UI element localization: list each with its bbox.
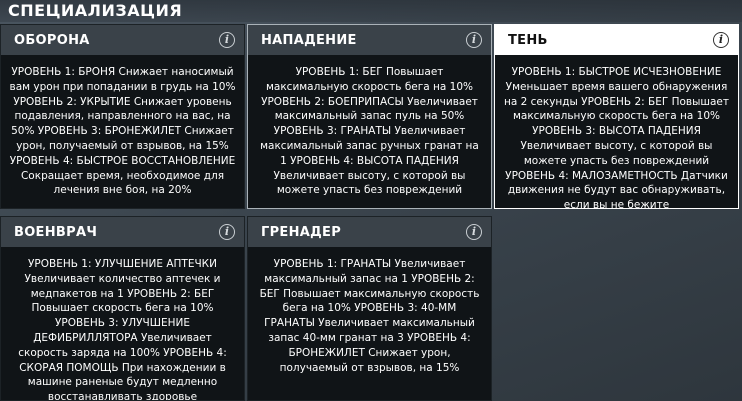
info-icon[interactable]: i xyxy=(219,32,235,48)
spec-card-header: НАПАДЕНИЕ i xyxy=(248,25,491,55)
spec-card-assault[interactable]: НАПАДЕНИЕ i УРОВЕНЬ 1: БЕГ Повышает макс… xyxy=(247,24,492,209)
page-title: СПЕЦИАЛИЗАЦИЯ xyxy=(8,1,183,20)
info-icon[interactable]: i xyxy=(466,32,482,48)
spec-card-description: УРОВЕНЬ 1: БЕГ Повышает максимальную ско… xyxy=(260,66,479,197)
spec-card-header: ОБОРОНА i xyxy=(1,25,244,55)
page-header: СПЕЦИАЛИЗАЦИЯ xyxy=(0,0,742,22)
spec-card-title: ТЕНЬ xyxy=(508,33,548,48)
spec-card-header: ГРЕНАДЕР i xyxy=(248,217,491,247)
spec-card-medic[interactable]: ВОЕНВРАЧ i УРОВЕНЬ 1: УЛУЧШЕНИЕ АПТЕЧКИ … xyxy=(0,216,245,401)
spec-card-title: ВОЕНВРАЧ xyxy=(14,225,98,240)
spec-card-grenadier[interactable]: ГРЕНАДЕР i УРОВЕНЬ 1: ГРАНАТЫ Увеличивае… xyxy=(247,216,492,401)
info-icon[interactable]: i xyxy=(713,32,729,48)
spec-card-description: УРОВЕНЬ 1: БЫСТРОЕ ИСЧЕЗНОВЕНИЕ Уменьшае… xyxy=(503,66,730,209)
spec-card-description: УРОВЕНЬ 1: ГРАНАТЫ Увеличивает максималь… xyxy=(259,258,480,374)
spec-card-header: ВОЕНВРАЧ i xyxy=(1,217,244,247)
info-icon[interactable]: i xyxy=(466,224,482,240)
spec-card-title: НАПАДЕНИЕ xyxy=(261,33,357,48)
info-icon[interactable]: i xyxy=(219,224,235,240)
spec-card-shadow[interactable]: ТЕНЬ i УРОВЕНЬ 1: БЫСТРОЕ ИСЧЕЗНОВЕНИЕ У… xyxy=(494,24,739,209)
spec-card-defense[interactable]: ОБОРОНА i УРОВЕНЬ 1: БРОНЯ Снижает нанос… xyxy=(0,24,245,209)
spec-card-header: ТЕНЬ i xyxy=(495,25,738,55)
spec-card-title: ГРЕНАДЕР xyxy=(261,225,342,240)
spec-card-description: УРОВЕНЬ 1: УЛУЧШЕНИЕ АПТЕЧКИ Увеличивает… xyxy=(18,258,227,401)
spec-card-title: ОБОРОНА xyxy=(14,33,90,48)
spec-card-description: УРОВЕНЬ 1: БРОНЯ Снижает наносимый вам у… xyxy=(9,66,236,197)
